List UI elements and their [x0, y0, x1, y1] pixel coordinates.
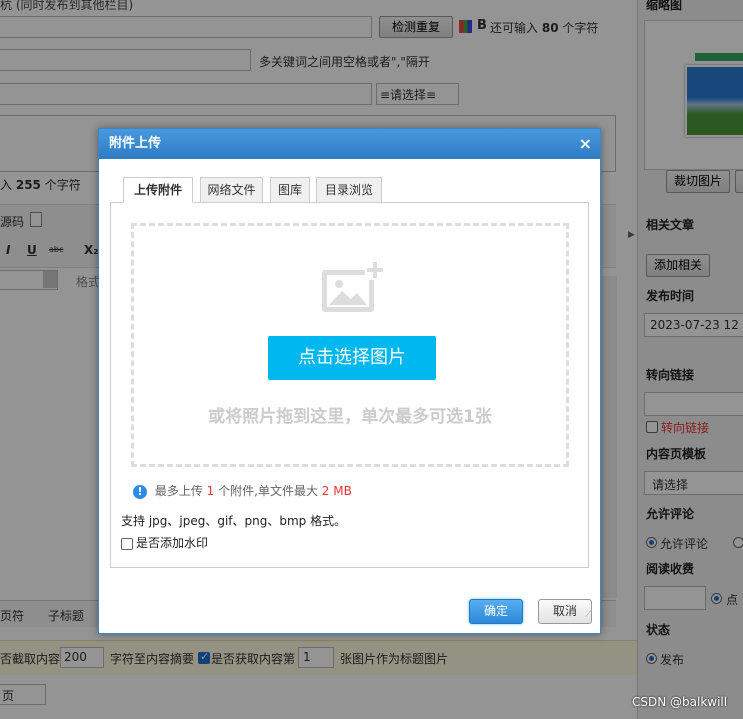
tab-upload-attachment[interactable]: 上传附件 [123, 177, 193, 203]
close-icon[interactable]: × [579, 129, 592, 159]
upload-dialog: 附件上传 × 上传附件 网络文件 图库 目录浏览 点击选择图片 或将照片拖到这里… [98, 128, 601, 634]
watermark-checkbox-label: 是否添加水印 [136, 536, 209, 550]
info-mid: 个附件,单文件最大 [218, 484, 318, 498]
info-prefix: 最多上传 [154, 484, 203, 498]
drop-zone[interactable]: 点击选择图片 或将照片拖到这里，单次最多可选1张 [131, 223, 569, 467]
info-icon: ! [133, 484, 147, 499]
dialog-title-bar: 附件上传 × [99, 129, 600, 159]
watermark-option: 是否添加水印 [121, 534, 208, 551]
watermark-checkbox[interactable] [121, 537, 133, 550]
cancel-button[interactable]: 取消 [538, 599, 592, 624]
csdn-watermark: CSDN @balkwill [632, 695, 728, 709]
info-size: 2 MB [321, 484, 352, 498]
confirm-button[interactable]: 确定 [469, 599, 523, 624]
upload-panel: 点击选择图片 或将照片拖到这里，单次最多可选1张 ! 最多上传 1 个附件,单文… [110, 202, 589, 568]
drop-tip: 或将照片拖到这里，单次最多可选1张 [208, 407, 492, 427]
tab-network-file[interactable]: 网络文件 [200, 177, 263, 203]
tab-directory-browse[interactable]: 目录浏览 [316, 177, 382, 203]
info-count: 1 [206, 484, 215, 498]
tab-gallery[interactable]: 图库 [270, 177, 310, 203]
upload-limit-info: ! 最多上传 1 个附件,单文件最大 2 MB [133, 482, 352, 499]
add-image-icon [322, 260, 385, 312]
supported-formats: 支持 jpg、jpeg、gif、png、bmp 格式。 [121, 514, 347, 528]
select-image-button[interactable]: 点击选择图片 [268, 336, 436, 380]
dialog-title: 附件上传 [109, 136, 162, 151]
resize-handle-icon[interactable]: ⟋ [585, 609, 592, 620]
